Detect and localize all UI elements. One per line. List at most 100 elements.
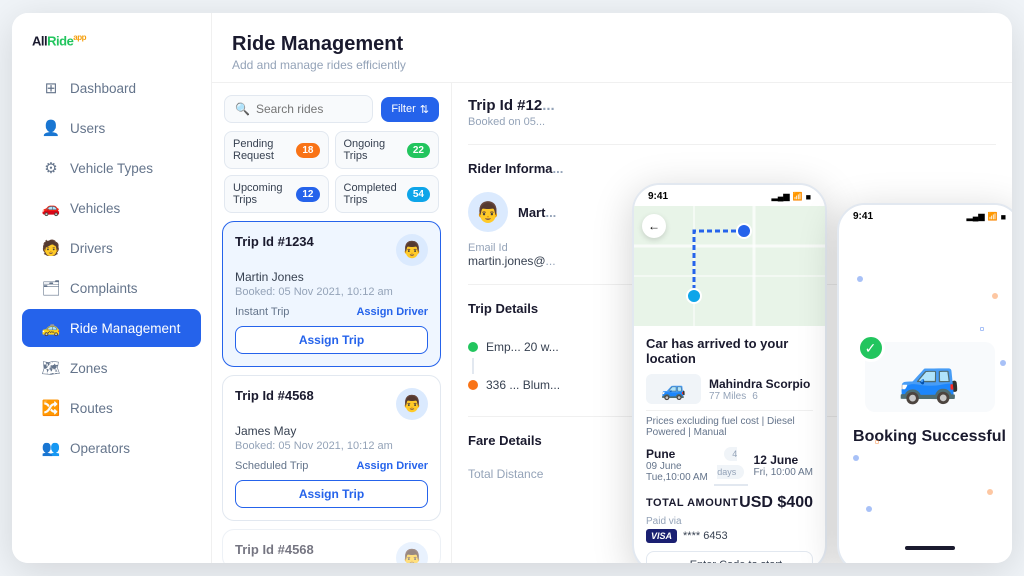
filter-icon: ⇅ [420, 103, 429, 116]
table-row[interactable]: Trip Id #4568 👨 James May Booked: 05 Nov… [222, 375, 441, 521]
nav-item-drivers[interactable]: 🧑 Drivers [22, 229, 201, 267]
car-image: 🚙 [646, 374, 701, 404]
sidebar: AllRideapp ⊞ Dashboard 👤 Users ⚙ Vehicle… [12, 13, 212, 563]
phone-time-1: 9:41 [648, 191, 668, 202]
nav-item-complaints[interactable]: 🗂 Complaints [22, 269, 201, 307]
battery-icon-2: ■ [1001, 212, 1006, 222]
filter-label: Filter [391, 103, 415, 115]
to-city: 12 June [754, 453, 813, 467]
nav-item-vehicle-types[interactable]: ⚙ Vehicle Types [22, 149, 201, 187]
decorative-square-1 [980, 327, 984, 331]
from-date: 09 June [646, 461, 708, 472]
users-icon: 👤 [42, 119, 60, 137]
trip-id-3: Trip Id #4568 [235, 542, 314, 557]
nav-item-operators[interactable]: 👥 Operators [22, 429, 201, 467]
car-name: Mahindra Scorpio [709, 377, 810, 391]
status-pending[interactable]: Pending Request 18 [224, 131, 329, 169]
assign-driver-link-1[interactable]: Assign Driver [356, 306, 428, 318]
upcoming-label: Upcoming Trips [233, 182, 296, 206]
nav-item-ride-management[interactable]: 🚕 Ride Management [22, 309, 201, 347]
ongoing-count: 22 [407, 143, 430, 158]
filter-button[interactable]: Filter ⇅ [381, 97, 439, 122]
rider-name: Mart... [518, 205, 556, 220]
card-number: **** 6453 [683, 530, 728, 542]
nav-item-vehicles[interactable]: 🚗 Vehicles [22, 189, 201, 227]
days-text: 4 days [717, 447, 744, 479]
trip-id-1: Trip Id #1234 [235, 234, 314, 249]
operators-icon: 👥 [42, 439, 60, 457]
table-row[interactable]: Trip Id #4568 👨 [222, 529, 441, 563]
paid-via-label: Paid via [646, 516, 813, 527]
arrived-title: Car has arrived to your location [646, 336, 813, 366]
assign-trip-button-1[interactable]: Assign Trip [235, 326, 428, 354]
search-bar: 🔍 Filter ⇅ [212, 83, 451, 131]
complaints-icon: 🗂 [42, 279, 60, 297]
pending-count: 18 [296, 143, 319, 158]
drivers-icon: 🧑 [42, 239, 60, 257]
trip-id-2: Trip Id #4568 [235, 388, 314, 403]
table-row[interactable]: Trip Id #1234 👨 Martin Jones Booked: 05 … [222, 221, 441, 367]
assign-trip-button-2[interactable]: Assign Trip [235, 480, 428, 508]
car-miles: 77 Miles [709, 391, 746, 402]
completed-label: Completed Trips [344, 182, 407, 206]
status-bar-1: 9:41 ▂▄▆ 📶 ■ [634, 185, 825, 206]
car-features: Prices excluding fuel cost | Diesel Powe… [646, 410, 813, 438]
ongoing-label: Ongoing Trips [344, 138, 407, 162]
trip-type-1: Instant Trip [235, 306, 289, 318]
trip-date-2: Booked: 05 Nov 2021, 10:12 am [235, 440, 428, 452]
to-day: Fri, 10:00 AM [754, 467, 813, 478]
avatar-3: 👨 [396, 542, 428, 563]
phone-time-2: 9:41 [853, 211, 873, 222]
avatar-1: 👨 [396, 234, 428, 266]
status-completed[interactable]: Completed Trips 54 [335, 175, 440, 213]
back-button[interactable]: ← [642, 214, 666, 238]
enter-code-button[interactable]: 🔒 Enter Code to start journey › [646, 551, 813, 563]
enter-code-label: Enter Code to start journey [673, 559, 798, 563]
car-seats: 6 [752, 391, 758, 402]
distance-label: Total Distance [468, 467, 543, 481]
trips-panel: 🔍 Filter ⇅ Pending Request 18 Ongoing Tr… [212, 83, 452, 563]
status-upcoming[interactable]: Upcoming Trips 12 [224, 175, 329, 213]
success-car-image: 🚙 ✓ [865, 342, 995, 412]
rider-section-title: Rider Informa... [468, 161, 996, 176]
nav-item-dashboard[interactable]: ⊞ Dashboard [22, 69, 201, 107]
route-line [472, 358, 474, 374]
nav-item-routes[interactable]: 🔀 Routes [22, 389, 201, 427]
completed-count: 54 [407, 187, 430, 202]
assign-driver-link-2[interactable]: Assign Driver [356, 460, 428, 472]
car-info: 🚙 Mahindra Scorpio 77 Miles 6 [646, 374, 813, 404]
rider-avatar: 👨 [468, 192, 508, 232]
upcoming-count: 12 [296, 187, 319, 202]
trip-date-1: Booked: 05 Nov 2021, 10:12 am [235, 286, 428, 298]
success-check-icon: ✓ [857, 334, 885, 362]
page-subtitle: Add and manage rides efficiently [232, 58, 992, 72]
detail-trip-id: Trip Id #12... [468, 97, 996, 114]
zones-icon: 🗺 [42, 359, 60, 377]
nav-item-users[interactable]: 👤 Users [22, 109, 201, 147]
from-dot [468, 342, 478, 352]
search-icon: 🔍 [235, 102, 250, 116]
wifi-icon: 📶 [793, 192, 803, 201]
vehicle-types-icon: ⚙ [42, 159, 60, 177]
phone-mockups: 9:41 ▂▄▆ 📶 ■ [632, 183, 1012, 563]
nav-item-zones[interactable]: 🗺 Zones [22, 349, 201, 387]
car-meta: 77 Miles 6 [709, 391, 810, 402]
phone-map: ← [634, 206, 825, 326]
trip-name-2: James May [235, 424, 428, 438]
status-ongoing[interactable]: Ongoing Trips 22 [335, 131, 440, 169]
page-header: Ride Management Add and manage rides eff… [212, 13, 1012, 83]
booking-success-title: Booking Successful [853, 428, 1006, 446]
search-input[interactable] [256, 102, 362, 116]
signal-icon-2: ▂▄▆ [967, 212, 985, 221]
phone-content-1: Car has arrived to your location 🚙 Mahin… [634, 326, 825, 563]
battery-icon: ■ [806, 192, 811, 202]
home-bar [905, 546, 955, 550]
phone2-content: 🚙 ✓ Booking Successful [839, 226, 1012, 562]
to-dot [468, 380, 478, 390]
divider-1 [468, 144, 996, 145]
trip-type-2: Scheduled Trip [235, 460, 308, 472]
logo: AllRideapp [12, 33, 211, 68]
main-container: AllRideapp ⊞ Dashboard 👤 Users ⚙ Vehicle… [12, 13, 1012, 563]
search-input-wrap[interactable]: 🔍 [224, 95, 373, 123]
total-row: TOTAL AMOUNT USD $400 [646, 494, 813, 512]
